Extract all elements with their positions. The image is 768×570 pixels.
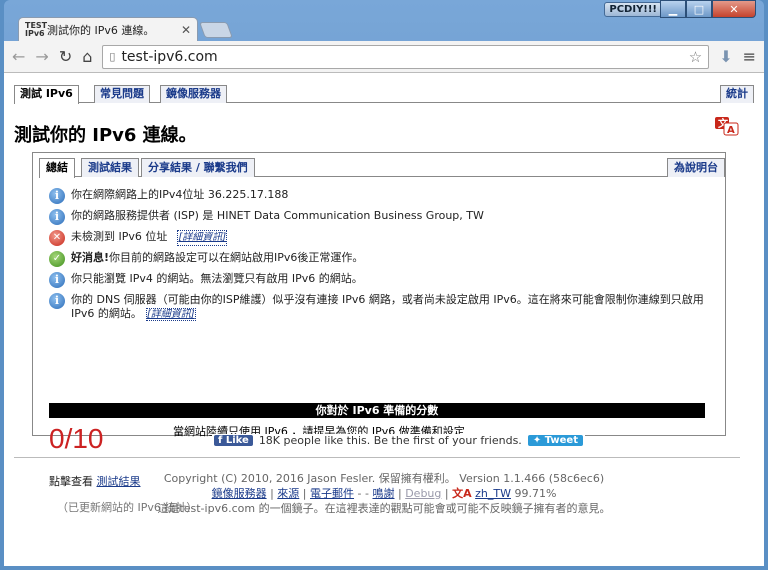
result-row-no-ipv6: ✕ 未檢測到 IPv6 位址 [詳細資訊] [49,227,709,248]
result-list: i 你在網際網路上的IPv4位址 36.225.17.188 i 你的網路服務提… [49,185,709,322]
tab-test-ipv6[interactable]: 測試 IPv6 [14,85,79,104]
info-icon: i [49,293,65,309]
like-label: Like [225,435,249,446]
good-news-text: 你目前的網路設定可以在網站啟用IPv6後正常運作。 [109,251,364,264]
result-row-ipv4: i 你在網際網路上的IPv4位址 36.225.17.188 [49,185,709,206]
favicon-icon: TEST IPv6 [25,20,48,38]
close-window-icon[interactable]: ✕ [712,0,756,18]
result-text: 好消息!你目前的網路設定可以在網站啟用IPv6後正常運作。 [71,251,363,265]
score-value: 0/10 [49,423,104,454]
like-count-text: 18K people like this. Be the first of yo… [258,434,522,447]
results-panel: 總結 測試結果 分享結果 / 聯繫我們 為說明台 i 你在網際網路上的IPv4位… [32,152,726,514]
result-text: 未檢測到 IPv6 位址 [71,230,168,243]
footer-dash: - [365,487,369,500]
back-icon[interactable]: ← [12,47,25,66]
browser-tab[interactable]: TEST IPv6 測試你的 IPv6 連線。 ✕ [18,17,198,41]
language-icon: 文A [452,487,472,500]
divider [14,457,740,458]
result-text: 你的網路服務提供者 (ISP) 是 HINET Data Communicati… [71,209,484,222]
facebook-like-button[interactable]: f Like [214,435,253,446]
page-title: 測試你的 IPv6 連線。 [14,125,197,146]
translate-icon[interactable]: 文 A [714,116,740,136]
result-row-isp: i 你的網路服務提供者 (ISP) 是 HINET Data Communica… [49,206,709,227]
check-icon: ✓ [49,251,65,267]
bookmark-star-icon[interactable]: ☆ [689,48,702,66]
tab-test-results[interactable]: 測試結果 [81,158,139,177]
facebook-icon: f [218,435,223,446]
tab-share-contact[interactable]: 分享結果 / 聯繫我們 [141,158,255,177]
tab-close-icon[interactable]: ✕ [181,23,191,37]
window-controls: ▁ □ ✕ [660,0,756,18]
maximize-icon[interactable]: □ [686,0,712,18]
footer-link-credits[interactable]: 鳴謝 [372,487,394,500]
tab-summary[interactable]: 總結 [39,158,75,178]
footer: Copyright (C) 2010, 2016 Jason Fesler. 保… [4,471,764,516]
result-text: 你只能瀏覽 IPv4 的網站。無法瀏覽只有啟用 IPv6 的網站。 [71,272,363,285]
menu-icon[interactable]: ≡ [743,47,756,66]
info-icon: i [49,209,65,225]
tweet-label: Tweet [544,435,578,446]
info-icon: i [49,188,65,204]
footer-links: 鏡像服務器 | 來源 | 電子郵件 - - 鳴謝 | Debug | 文A zh… [211,487,557,500]
address-bar[interactable]: ▯ test-ipv6.com ☆ [102,44,710,69]
result-text: 你的 DNS 伺服器（可能由你的ISP維護）似乎沒有連接 IPv6 網路，或者尚… [71,293,709,322]
new-tab-button[interactable] [199,22,233,38]
web-page: 測試 IPv6 常見問題 鏡像服務器 統計 測試你的 IPv6 連線。 文 A … [4,73,764,566]
details-link[interactable]: [詳細資訊] [177,230,228,246]
reload-icon[interactable]: ↻ [59,47,72,66]
footer-dash: - [357,487,362,500]
copyright-text: Copyright (C) 2010, 2016 Jason Fesler. 保… [163,472,605,485]
home-icon[interactable]: ⌂ [82,47,92,66]
info-icon: i [49,272,65,288]
download-icon[interactable]: ⬇ [719,47,732,66]
tab-faq[interactable]: 常見問題 [94,85,150,103]
score-heading: 你對於 IPv6 準備的分數 [49,403,705,418]
footer-link-debug[interactable]: Debug [405,487,441,500]
result-row-ipv4-only: i 你只能瀏覽 IPv4 的網站。無法瀏覽只有啟用 IPv6 的網站。 [49,269,709,290]
tab-stats[interactable]: 統計 [720,85,754,103]
tab-helpdesk[interactable]: 為說明台 [667,158,725,177]
social-bar: f Like 18K people like this. Be the firs… [212,434,585,447]
footer-link-email[interactable]: 電子郵件 [310,487,354,500]
url-text: test-ipv6.com [121,48,218,65]
page-icon: ▯ [109,50,116,63]
footer-link-language[interactable]: zh_TW [475,487,511,500]
inner-tab-bar: 總結 測試結果 分享結果 / 聯繫我們 為說明台 [39,158,725,178]
profile-button[interactable]: PCDIY!!! [604,2,662,17]
footer-percent: 99.71% [514,487,557,500]
tab-mirrors[interactable]: 鏡像服務器 [160,85,227,103]
tab-title: 測試你的 IPv6 連線。 [47,23,155,37]
top-tab-bar: 測試 IPv6 常見問題 鏡像服務器 統計 [14,85,754,104]
result-row-dns: i 你的 DNS 伺服器（可能由你的ISP維護）似乎沒有連接 IPv6 網路，或… [49,290,709,322]
footer-link-mirrors[interactable]: 鏡像服務器 [212,487,267,500]
browser-toolbar: ← → ↻ ⌂ ▯ test-ipv6.com ☆ ⬇ ≡ [4,41,764,73]
good-news-label: 好消息! [71,251,110,264]
footer-link-source[interactable]: 來源 [277,487,299,500]
result-row-good-news: ✓ 好消息!你目前的網路設定可以在網站啟用IPv6後正常運作。 [49,248,709,269]
mirror-note: 這是test-ipv6.com 的一個鏡子。在這裡表達的觀點可能會或可能不反映鏡… [157,502,611,515]
minimize-icon[interactable]: ▁ [660,0,686,18]
result-text: 你在網際網路上的IPv4位址 36.225.17.188 [71,188,289,201]
forward-icon[interactable]: → [35,47,48,66]
error-icon: ✕ [49,230,65,246]
svg-text:A: A [727,125,735,136]
tweet-button[interactable]: ✦ Tweet [527,435,583,446]
twitter-icon: ✦ [532,435,542,446]
details-link[interactable]: [詳細資訊] [145,308,196,321]
